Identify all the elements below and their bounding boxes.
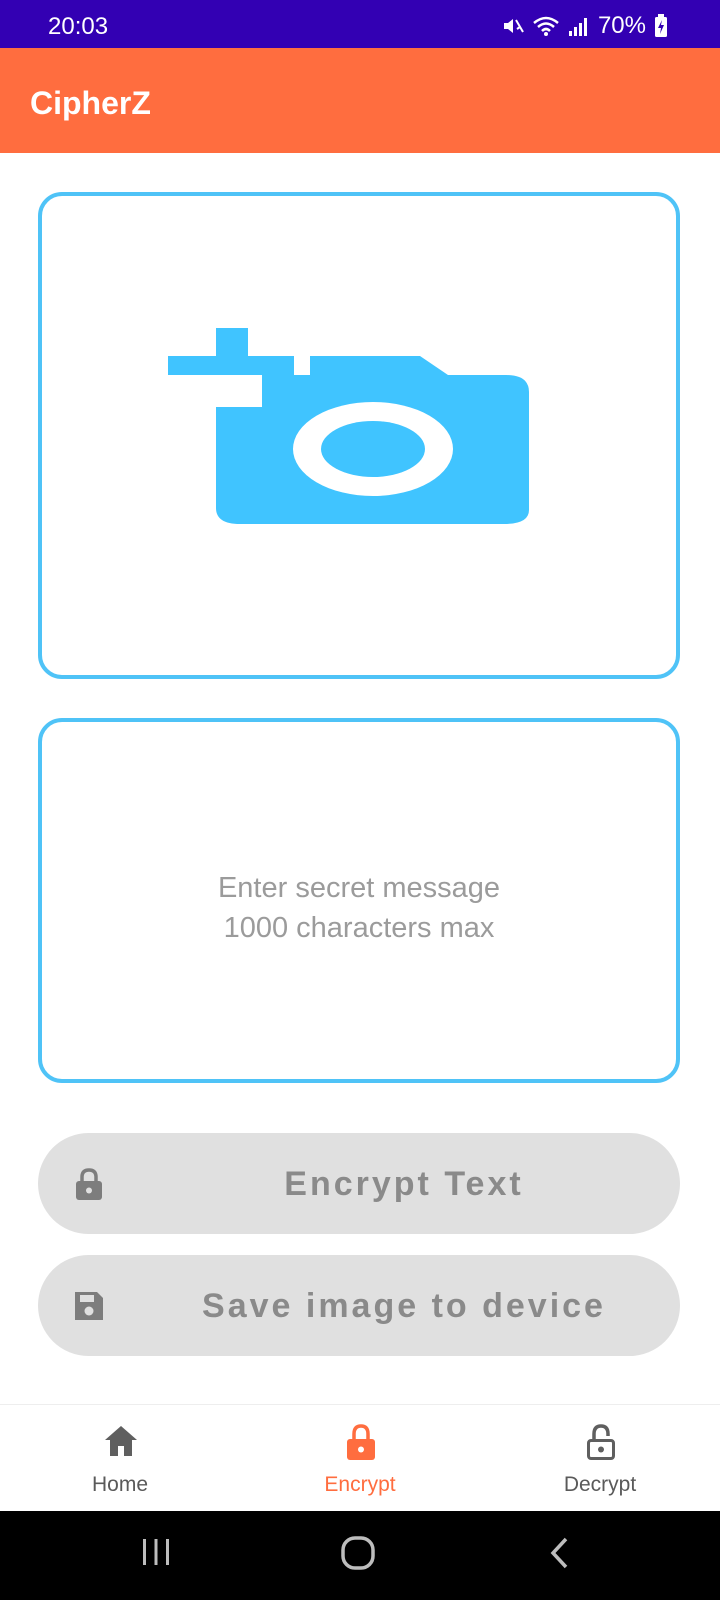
app-title: CipherZ	[30, 85, 151, 121]
save-icon	[75, 1292, 103, 1320]
status-bar: 20:03 70%	[0, 0, 720, 48]
nav-item-decrypt[interactable]: Decrypt	[480, 1405, 720, 1512]
nav-label-home: Home	[91, 1473, 149, 1496]
nav-item-encrypt[interactable]: Encrypt	[240, 1405, 480, 1512]
secret-message-input[interactable]: Enter secret message 1000 characters max	[38, 718, 680, 1083]
recents-icon[interactable]	[140, 1535, 172, 1569]
encrypt-text-label: Encrypt Text	[284, 1165, 524, 1203]
status-icons: 70%	[502, 12, 668, 40]
app-bar: CipherZ	[0, 48, 720, 153]
nav-item-home[interactable]: Home	[0, 1405, 240, 1512]
lock-icon	[347, 1424, 375, 1460]
system-navigation-bar	[0, 1511, 720, 1600]
encrypt-text-button[interactable]: Encrypt Text	[38, 1133, 680, 1234]
status-time: 20:03	[48, 13, 109, 40]
battery-percent: 70%	[597, 12, 646, 39]
add-photo-icon	[168, 328, 529, 524]
save-image-label: Save image to device	[202, 1287, 606, 1325]
nav-label-decrypt: Decrypt	[563, 1473, 637, 1496]
mute-icon	[503, 19, 524, 33]
bottom-navigation: Home Encrypt Decrypt	[0, 1404, 720, 1512]
placeholder-line-2: 1000 characters max	[223, 912, 495, 944]
placeholder-line-1: Enter secret message	[217, 872, 501, 904]
battery-charging-icon	[655, 14, 667, 37]
nav-label-encrypt: Encrypt	[324, 1473, 396, 1496]
back-icon[interactable]	[546, 1535, 574, 1571]
signal-icon	[568, 18, 587, 36]
image-picker[interactable]	[38, 192, 680, 679]
home-icon	[105, 1426, 137, 1456]
lock-open-icon	[587, 1424, 615, 1460]
message-placeholder: Enter secret message 1000 characters max	[42, 868, 676, 948]
lock-icon	[76, 1168, 102, 1200]
save-image-button[interactable]: Save image to device	[38, 1255, 680, 1356]
wifi-icon	[533, 16, 559, 36]
home-circle-icon[interactable]	[340, 1535, 376, 1571]
